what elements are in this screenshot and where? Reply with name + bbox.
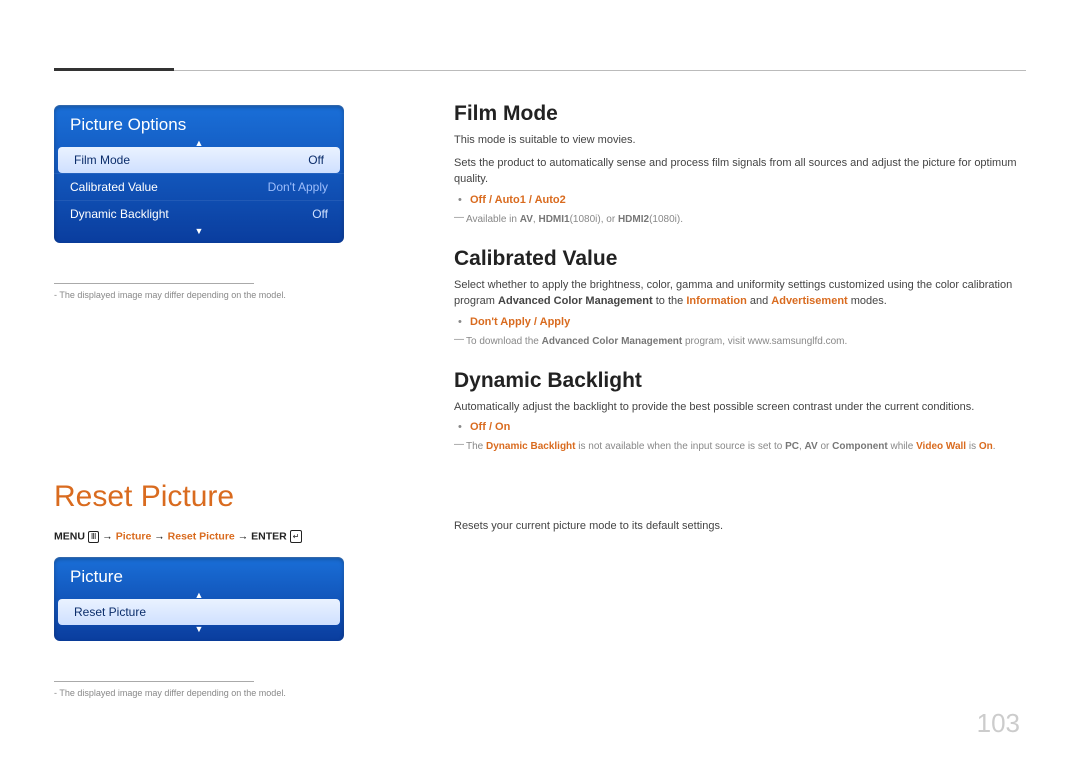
option-item: Don't Apply / Apply — [454, 316, 1030, 328]
menu-row-reset-picture[interactable]: Reset Picture — [58, 599, 340, 625]
scroll-up-icon: ▲ — [54, 591, 344, 599]
row-label: Reset Picture — [74, 605, 146, 619]
footnote-text: - The displayed image may differ dependi… — [54, 290, 344, 300]
panel-title: Picture Options — [54, 105, 344, 139]
body-text: Sets the product to automatically sense … — [454, 155, 1030, 188]
menu-row-film-mode[interactable]: Film Mode Off — [58, 147, 340, 173]
scroll-up-icon: ▲ — [54, 139, 344, 147]
footnote-text: - The displayed image may differ dependi… — [54, 688, 344, 698]
option-list: Off / On — [454, 421, 1030, 433]
header-rule-accent — [54, 68, 174, 71]
calibrated-value-section: Calibrated Value Select whether to apply… — [454, 247, 1030, 349]
footnote-divider — [54, 681, 254, 682]
footnote-divider — [54, 283, 254, 284]
section-heading: Dynamic Backlight — [454, 369, 1030, 393]
reset-picture-heading: Reset Picture — [54, 480, 344, 514]
header-rule — [54, 70, 1026, 71]
menu-path: MENU Ⅲ → Picture → Reset Picture → ENTER… — [54, 530, 344, 543]
menu-row-dynamic-backlight[interactable]: Dynamic Backlight Off — [54, 200, 344, 227]
scroll-down-icon: ▼ — [54, 625, 344, 633]
menu-row-calibrated-value[interactable]: Calibrated Value Don't Apply — [54, 173, 344, 200]
picture-panel: Picture ▲ Reset Picture ▼ — [54, 557, 344, 641]
enter-icon: ↵ — [290, 530, 303, 543]
note-text: The Dynamic Backlight is not available w… — [454, 439, 1030, 454]
section-heading: Calibrated Value — [454, 247, 1030, 271]
film-mode-section: Film Mode This mode is suitable to view … — [454, 102, 1030, 227]
option-list: Don't Apply / Apply — [454, 316, 1030, 328]
body-text: Automatically adjust the backlight to pr… — [454, 399, 1030, 416]
row-value: Don't Apply — [268, 180, 328, 194]
picture-options-panel: Picture Options ▲ Film Mode Off Calibrat… — [54, 105, 344, 243]
option-list: Off / Auto1 / Auto2 — [454, 194, 1030, 206]
body-text: Select whether to apply the brightness, … — [454, 277, 1030, 310]
right-column: Film Mode This mode is suitable to view … — [454, 102, 1030, 541]
menu-icon: Ⅲ — [88, 531, 100, 543]
note-text: To download the Advanced Color Managemen… — [454, 334, 1030, 349]
row-value: Off — [308, 153, 324, 167]
dynamic-backlight-section: Dynamic Backlight Automatically adjust t… — [454, 369, 1030, 455]
reset-description: Resets your current picture mode to its … — [454, 518, 1030, 535]
section-heading: Film Mode — [454, 102, 1030, 126]
row-label: Dynamic Backlight — [70, 207, 169, 221]
left-column: Picture Options ▲ Film Mode Off Calibrat… — [54, 105, 344, 698]
page-number: 103 — [977, 708, 1020, 739]
note-text: Available in AV, HDMI1(1080i), or HDMI2(… — [454, 212, 1030, 227]
option-item: Off / On — [454, 421, 1030, 433]
option-item: Off / Auto1 / Auto2 — [454, 194, 1030, 206]
panel-title: Picture — [54, 557, 344, 591]
row-label: Calibrated Value — [70, 180, 158, 194]
row-label: Film Mode — [74, 153, 130, 167]
body-text: This mode is suitable to view movies. — [454, 132, 1030, 149]
scroll-down-icon: ▼ — [54, 227, 344, 235]
row-value: Off — [312, 207, 328, 221]
